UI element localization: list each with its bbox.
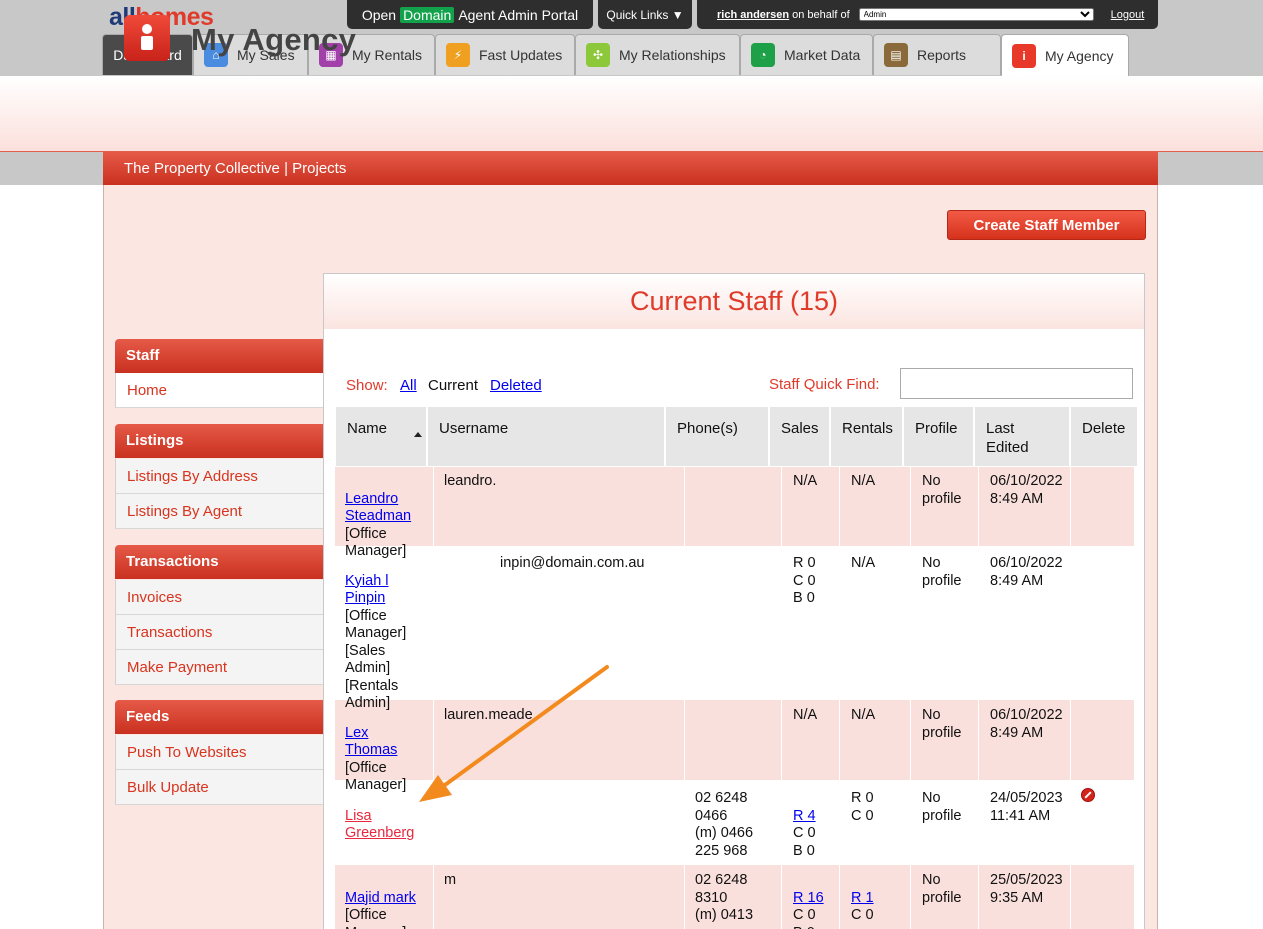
staff-profile: No profile [922,473,962,507]
staff-username: leandro. [444,473,497,489]
sidebar-item-home[interactable]: Home [115,373,323,408]
show-all-link[interactable]: All [400,377,417,394]
staff-profile: No profile [922,790,962,824]
staff-panel-title: Current Staff (15) [629,286,839,316]
clipboard-icon: ▤ [884,43,908,67]
sidebar-item-transactions[interactable]: Transactions [115,615,323,650]
create-staff-member-button[interactable]: Create Staff Member [947,210,1146,240]
sort-ascending-icon [414,432,422,437]
column-header-delete: Delete [1071,407,1137,466]
sales-count-link[interactable]: R 16 [793,890,824,906]
column-header-username: Username [428,407,664,466]
column-header-name[interactable]: Name [336,407,426,466]
sidebar-item-make-payment[interactable]: Make Payment [115,650,323,685]
staff-rentals: R 0 C 0 [851,790,874,824]
pie-chart-icon: ◔ [751,43,775,67]
staff-last-edited: 06/10/2022 8:49 AM [990,555,1063,589]
network-icon: ✣ [586,43,610,67]
breadcrumb-agency[interactable]: The Property Collective [124,160,280,177]
staff-profile: No profile [922,872,962,906]
staff-rentals: N/A [851,473,876,489]
staff-quick-find-input[interactable] [900,368,1133,399]
tab-market-data[interactable]: ◔ Market Data [740,34,873,75]
rentals-count-link[interactable]: R 1 [851,890,874,906]
column-header-rentals: Rentals [831,407,902,466]
sales-count-link[interactable]: R 4 [793,808,816,824]
page-header [0,76,1263,152]
staff-rentals: C 0 [851,907,874,923]
breadcrumb: The Property Collective | Projects [103,152,1158,185]
staff-username: lauren.meade [444,707,533,723]
delete-staff-icon[interactable] [1081,788,1095,802]
sidebar-item-bulk-update[interactable]: Bulk Update [115,770,323,805]
column-header-profile: Profile [904,407,973,466]
page-title: My Agency [191,22,357,57]
sidebar-header-listings: Listings [115,424,323,458]
staff-sales: C 0 B 0 [793,907,816,929]
staff-username: m [444,872,457,888]
staff-last-edited: 06/10/2022 8:49 AM [990,707,1063,741]
sidebar-header-staff: Staff [115,339,323,373]
show-deleted-link[interactable]: Deleted [490,377,542,394]
sidebar-item-listings-by-address[interactable]: Listings By Address [115,459,323,494]
staff-last-edited: 06/10/2022 8:49 AM [990,473,1063,507]
domain-badge: Domain [400,6,455,23]
user-name-link[interactable]: rich andersen [717,9,789,21]
staff-roles: [Office Manager] [Sales Admin] [Rentals … [345,607,407,712]
staff-sales: C 0 B 0 [793,825,816,859]
show-filter-label: Show: [346,377,388,394]
staff-name-link[interactable]: Majid mark [345,890,416,906]
person-icon: i [1012,43,1036,68]
staff-quick-find-label: Staff Quick Find: [769,376,880,393]
sidebar-item-push-to-websites[interactable]: Push To Websites [115,735,323,770]
staff-name-link[interactable]: Lex Thomas [345,725,397,759]
my-agency-icon [124,15,170,61]
staff-last-edited: 25/05/2023 9:35 AM [990,872,1063,906]
logout-link[interactable]: Logout [1111,9,1145,21]
staff-rentals: N/A [851,707,876,723]
staff-username: inpin@domain.com.au [500,555,645,571]
staff-phones: 02 6248 8310 (m) 0413 [695,872,754,923]
breadcrumb-projects[interactable]: Projects [292,160,346,177]
tab-reports[interactable]: ▤ Reports [873,34,1001,75]
column-header-sales: Sales [770,407,829,466]
open-domain-portal-button[interactable]: Open Domain Agent Admin Portal [347,0,593,29]
sidebar-item-invoices[interactable]: Invoices [115,580,323,615]
staff-sales: N/A [793,707,818,723]
show-current-filter: Current [428,377,479,394]
tab-my-relationships[interactable]: ✣ My Relationships [575,34,740,75]
column-header-phones: Phone(s) [666,407,768,466]
staff-roles: [Office Manager] [345,907,406,929]
staff-name-link[interactable]: Lisa Greenberg [345,808,414,842]
sidebar-header-feeds: Feeds [115,700,323,734]
lightning-icon: ⚡ [446,43,470,67]
tab-fast-updates[interactable]: ⚡ Fast Updates [435,34,575,75]
column-header-last-edited: Last Edited [975,407,1069,466]
staff-phones: 02 6248 0466 (m) 0466 225 968 [695,790,754,859]
user-bar: rich andersen on behalf of Admin Logout [697,0,1158,29]
tab-my-agency[interactable]: i My Agency [1001,34,1129,76]
staff-profile: No profile [922,555,962,589]
sidebar-item-listings-by-agent[interactable]: Listings By Agent [115,494,323,529]
sidebar-header-transactions: Transactions [115,545,323,579]
staff-name-link[interactable]: Leandro Steadman [345,491,411,525]
quick-links-button[interactable]: Quick Links ▼ [598,0,692,29]
staff-name-link[interactable]: Kyiah l Pinpin [345,573,389,607]
staff-last-edited: 24/05/2023 11:41 AM [990,790,1063,824]
staff-rentals: N/A [851,555,876,571]
staff-profile: No profile [922,707,962,741]
staff-sales: R 0 C 0 B 0 [793,555,816,606]
staff-sales: N/A [793,473,818,489]
agency-select[interactable]: Admin [858,8,1094,21]
